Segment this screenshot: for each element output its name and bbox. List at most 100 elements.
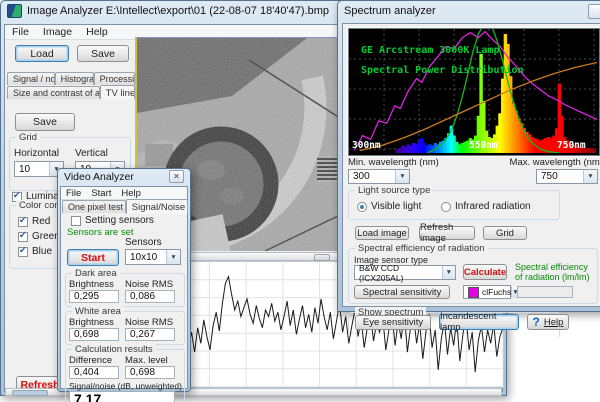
- red-checkbox[interactable]: Red: [18, 216, 50, 227]
- window-title: Video Analyzer: [64, 171, 134, 183]
- checkbox-icon[interactable]: [18, 247, 28, 257]
- red-label: Red: [32, 216, 50, 227]
- svg-text:750nm: 750nm: [557, 140, 586, 151]
- max-level-label: Max. level: [125, 355, 168, 366]
- spectral-efficiency-label: Spectral efficiency of radiation: [355, 243, 488, 254]
- video-tabs: One pixel test Signal/Noise: [62, 199, 188, 213]
- refresh-image-button[interactable]: Refresh image: [419, 226, 475, 240]
- checkbox-icon[interactable]: [18, 232, 28, 242]
- white-noise-field[interactable]: 0,267: [125, 328, 175, 341]
- efficiency-result-label: Spectral efficiency of radiation (lm/lm): [515, 262, 595, 282]
- svg-text:GE Arcstream 3000K Lamp: GE Arcstream 3000K Lamp: [361, 45, 499, 56]
- calculation-results-label: Calculation results: [72, 344, 156, 355]
- chevron-down-icon[interactable]: ▼: [395, 170, 409, 183]
- help-label: Help: [544, 317, 564, 328]
- radio-icon[interactable]: [441, 202, 451, 212]
- svg-text:550nm: 550nm: [469, 140, 498, 151]
- visible-light-label: Visible light: [371, 201, 421, 212]
- checkbox-icon[interactable]: [18, 217, 28, 227]
- checkbox-icon[interactable]: [71, 216, 81, 226]
- difference-field[interactable]: 0,404: [69, 366, 119, 379]
- chevron-down-icon[interactable]: ▼: [166, 250, 180, 264]
- difference-label: Difference: [69, 355, 112, 366]
- efficiency-result-field[interactable]: [517, 286, 573, 298]
- chevron-down-icon[interactable]: ▼: [583, 170, 597, 183]
- tab-one-pixel-test[interactable]: One pixel test: [62, 200, 126, 213]
- tab-size-contrast[interactable]: Size and contrast of an object: [7, 86, 100, 99]
- load-button[interactable]: Load: [15, 45, 69, 62]
- color-combo[interactable]: clFuchs▼: [463, 285, 511, 299]
- vertical-label: Vertical: [75, 148, 108, 159]
- spectrum-analyzer-window: Spectrum analyzer ✕ GE Arcstream 3000K L…: [337, 0, 600, 312]
- menu-image[interactable]: Image: [36, 26, 79, 38]
- close-icon[interactable]: ✕: [588, 4, 600, 19]
- snr-value-field[interactable]: 7,17: [69, 391, 175, 402]
- help-button[interactable]: ? Help: [527, 314, 569, 330]
- svg-text:Spectral Power Distribution: Spectral Power Distribution: [361, 64, 524, 76]
- max-wavelength-combo[interactable]: 750▼: [536, 169, 598, 184]
- scrollbar-thumb[interactable]: [12, 390, 48, 396]
- load-image-button[interactable]: Load image: [355, 226, 409, 240]
- white-area-label: White area: [72, 306, 124, 317]
- tab-histogram[interactable]: Histogram: [55, 72, 94, 85]
- chevron-down-icon[interactable]: ▼: [442, 266, 455, 279]
- infrared-radio[interactable]: Infrared radiation: [441, 201, 531, 212]
- tab-tv-lines[interactable]: TV lines: [100, 85, 135, 99]
- menu-start[interactable]: Start: [86, 188, 116, 199]
- video-analyzer-window: Video Analyzer ✕ File Start Help One pix…: [57, 168, 191, 392]
- video-analyzer-titlebar[interactable]: Video Analyzer ✕: [58, 169, 190, 184]
- light-source-label: Light source type: [355, 185, 433, 196]
- white-brightness-field[interactable]: 0,698: [69, 328, 119, 341]
- sensors-set-status: Sensors are set: [67, 227, 134, 238]
- green-checkbox[interactable]: Green: [18, 231, 60, 242]
- blue-label: Blue: [32, 246, 52, 257]
- scrollbar-thumb[interactable]: [314, 254, 330, 261]
- dark-area-label: Dark area: [72, 268, 120, 279]
- green-label: Green: [32, 231, 60, 242]
- noise-rms-label: Noise RMS: [125, 279, 173, 290]
- color-value: clFuchs: [482, 287, 511, 297]
- incandescent-lamp-button[interactable]: Incandescent lamp: [439, 314, 519, 330]
- setting-sensors-checkbox[interactable]: Setting sensors: [71, 215, 154, 226]
- sensors-value: 10x10: [130, 252, 157, 263]
- calculate-button[interactable]: Calculate: [463, 264, 507, 280]
- infrared-label: Infrared radiation: [455, 201, 531, 212]
- dark-noise-field[interactable]: 0,086: [125, 290, 175, 303]
- radio-icon[interactable]: [357, 202, 367, 212]
- menu-help[interactable]: Help: [116, 188, 146, 199]
- image-sensor-combo[interactable]: B&W CCD (ICX205AL)▼: [354, 265, 456, 280]
- tab-processing[interactable]: Processing: [94, 72, 135, 85]
- grid-button[interactable]: Grid: [483, 226, 527, 240]
- tab-signal-noise[interactable]: Signal / noise: [7, 72, 55, 85]
- svg-text:300nm: 300nm: [352, 140, 381, 151]
- spectrum-analyzer-content: GE Arcstream 3000K Lamp Spectral Power Di…: [342, 23, 600, 307]
- close-icon[interactable]: ✕: [169, 170, 184, 183]
- brightness-label: Brightness: [69, 317, 114, 328]
- tab-signal-noise[interactable]: Signal/Noise: [126, 199, 188, 214]
- menu-help[interactable]: Help: [79, 26, 115, 38]
- max-wavelength-label: Max. wavelength (nm): [510, 157, 600, 168]
- blue-checkbox[interactable]: Blue: [18, 246, 52, 257]
- panel-save-button[interactable]: Save: [15, 113, 75, 131]
- start-button[interactable]: Start: [67, 249, 119, 266]
- save-button-top[interactable]: Save: [77, 45, 129, 62]
- window-title: Spectrum analyzer: [344, 5, 436, 17]
- menu-file[interactable]: File: [61, 188, 86, 199]
- min-wavelength-value: 300: [353, 171, 370, 182]
- horizontal-value: 10: [19, 164, 30, 175]
- horizontal-label: Horizontal: [14, 148, 59, 159]
- min-wavelength-combo[interactable]: 300 ▼: [348, 169, 410, 184]
- window-title: Image Analyzer E:\Intellect\export\01 (2…: [27, 5, 329, 17]
- menu-file[interactable]: File: [5, 26, 36, 38]
- max-level-field[interactable]: 0,698: [125, 366, 175, 379]
- eye-sensitivity-button[interactable]: Eye sensitivity: [355, 315, 431, 330]
- noise-rms-label: Noise RMS: [125, 317, 173, 328]
- dark-brightness-field[interactable]: 0,295: [69, 290, 119, 303]
- sensors-combo[interactable]: 10x10 ▼: [125, 249, 181, 265]
- brightness-label: Brightness: [69, 279, 114, 290]
- spectral-sensitivity-button[interactable]: Spectral sensitivity: [354, 285, 450, 299]
- image-sensor-value: B&W CCD (ICX205AL): [359, 263, 442, 283]
- visible-light-radio[interactable]: Visible light: [357, 201, 421, 212]
- spectrum-analyzer-titlebar[interactable]: Spectrum analyzer ✕: [338, 1, 600, 21]
- color-swatch-icon: [468, 287, 479, 298]
